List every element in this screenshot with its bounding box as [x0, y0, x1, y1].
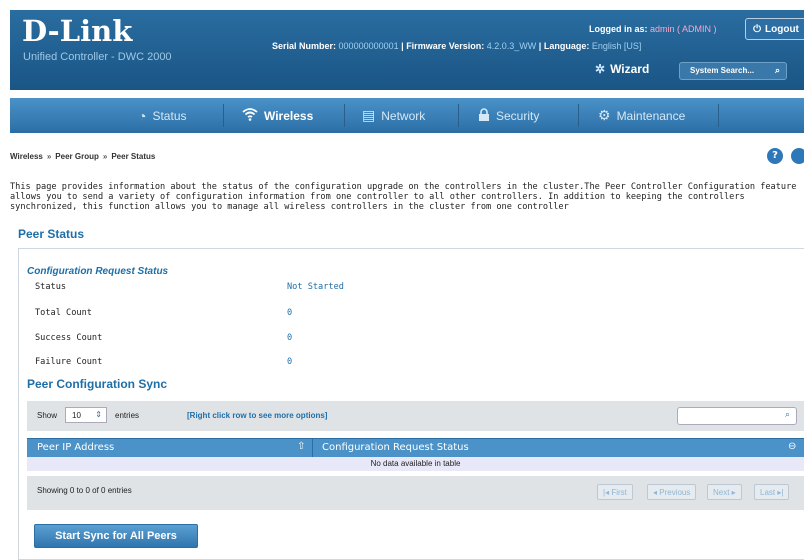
col-peer-ip[interactable]: Peer IP Address [37, 442, 114, 453]
login-info: Logged in as: admin ( ADMIN ) [589, 24, 717, 34]
status-label: Status [35, 282, 67, 292]
failure-count-label: Failure Count [35, 357, 103, 367]
gauge-icon: ◔ [138, 107, 147, 124]
success-count-label: Success Count [35, 333, 103, 343]
nav-wireless[interactable]: Wireless [242, 98, 313, 133]
success-count-value: 0 [287, 333, 293, 343]
logout-button[interactable]: ⏻ Logout [745, 18, 804, 40]
nav-divider [718, 104, 719, 127]
page-description: This page provides information about the… [10, 182, 797, 212]
table-header: Peer IP Address ⇧ Configuration Request … [27, 438, 804, 458]
table-toolbar: Show 10 ⇕ entries [Right click row to se… [27, 401, 804, 431]
breadcrumb-peer-status: Peer Status [111, 152, 156, 161]
settings-icon[interactable] [791, 148, 804, 164]
nav-network[interactable]: ▤ Network [362, 98, 425, 133]
total-count-label: Total Count [35, 308, 92, 318]
table-footer: Showing 0 to 0 of 0 entries |◂ First ◂ P… [27, 476, 804, 510]
nav-divider [458, 104, 459, 127]
peer-sync-title: Peer Configuration Sync [27, 377, 168, 391]
help-icon[interactable]: ? [767, 148, 783, 164]
show-label: Show [37, 411, 58, 420]
entries-label: entries [115, 411, 140, 420]
sort-icon[interactable]: ⇧ [297, 441, 305, 452]
breadcrumb-wireless[interactable]: Wireless [10, 152, 43, 161]
main-nav: ◔ Status Wireless ▤ Network Security ⚙ M… [10, 98, 804, 133]
lock-icon [478, 107, 490, 124]
wizard-link[interactable]: ✲ Wizard [595, 62, 649, 76]
right-click-hint: [Right click row to see more options] [187, 411, 328, 420]
page-title: Peer Status [18, 227, 85, 241]
wand-icon: ✲ [595, 62, 606, 76]
dlink-logo: D-Link [22, 14, 133, 48]
power-icon: ⏻ [753, 23, 762, 35]
breadcrumb: Wireless» Peer Group» Peer Status [10, 152, 156, 161]
last-page-button[interactable]: Last ▸| [754, 484, 790, 500]
logged-user: admin ( ADMIN ) [650, 24, 717, 34]
sort-icon[interactable]: ⊖ [788, 441, 796, 452]
firmware-version: 4.2.0.3_WW [486, 41, 537, 51]
first-page-button[interactable]: |◂ First [597, 484, 633, 500]
empty-row: No data available in table [27, 457, 804, 471]
search-icon: ⌕ [784, 410, 790, 420]
serial-number: 000000000001 [338, 41, 399, 51]
previous-page-button[interactable]: ◂ Previous [647, 484, 697, 500]
next-page-button[interactable]: Next ▸ [707, 484, 742, 500]
nav-divider [578, 104, 579, 127]
app-header: D-Link Unified Controller - DWC 2000 Log… [10, 10, 804, 90]
total-count-value: 0 [287, 308, 293, 318]
nav-security[interactable]: Security [478, 98, 539, 133]
product-name: Unified Controller - DWC 2000 [23, 51, 172, 63]
status-value: Not Started [287, 282, 344, 292]
system-search-input[interactable]: System Search... ⌕ [679, 62, 787, 80]
nav-divider [344, 104, 345, 127]
column-divider [312, 439, 313, 458]
device-info: Serial Number: 000000000001 | Firmware V… [272, 41, 642, 51]
nav-divider [223, 104, 224, 127]
col-config-status[interactable]: Configuration Request Status [322, 442, 469, 453]
start-sync-button[interactable]: Start Sync for All Peers [34, 524, 198, 548]
showing-info: Showing 0 to 0 of 0 entries [37, 486, 132, 495]
language-value: English [US] [591, 41, 642, 51]
nav-status[interactable]: ◔ Status [138, 98, 187, 133]
nav-maintenance[interactable]: ⚙ Maintenance [598, 98, 685, 133]
gears-icon: ⚙ [598, 107, 611, 123]
entries-select[interactable]: 10 ⇕ [65, 407, 107, 423]
config-request-title: Configuration Request Status [27, 266, 169, 277]
wifi-icon [242, 107, 258, 124]
table-search-input[interactable]: ⌕ [677, 407, 797, 425]
select-arrows-icon: ⇕ [95, 410, 102, 419]
failure-count-value: 0 [287, 357, 293, 367]
search-icon: ⌕ [774, 65, 780, 75]
breadcrumb-peer-group[interactable]: Peer Group [55, 152, 99, 161]
network-icon: ▤ [362, 107, 376, 123]
